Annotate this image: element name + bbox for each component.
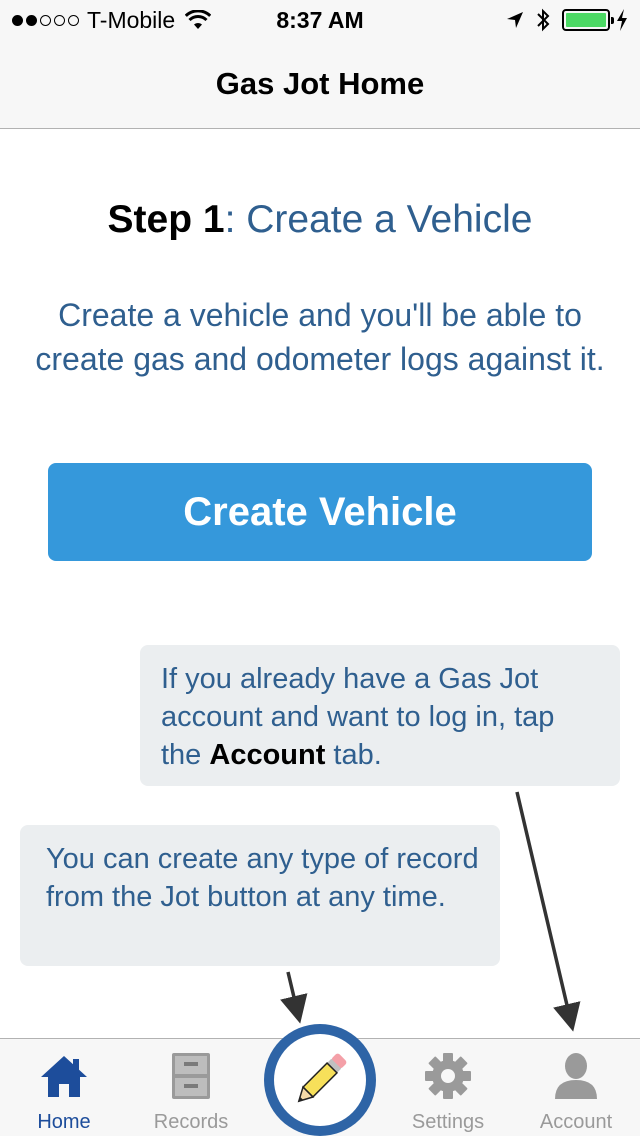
gear-icon xyxy=(425,1053,471,1099)
step-heading: Step 1: Create a Vehicle xyxy=(0,198,640,242)
jot-button[interactable] xyxy=(264,1024,376,1136)
tab-settings-label: Settings xyxy=(411,1111,485,1133)
pencil-icon xyxy=(297,1053,347,1103)
account-tip-end: tab. xyxy=(325,739,382,771)
step-separator: : xyxy=(224,198,247,241)
tab-home[interactable]: Home xyxy=(0,1039,128,1136)
status-right xyxy=(506,8,628,32)
location-arrow-icon xyxy=(507,12,523,28)
account-tip-arrow xyxy=(515,791,581,1032)
tab-records[interactable]: Records xyxy=(127,1039,255,1136)
home-icon xyxy=(41,1056,87,1097)
step-title: Create a Vehicle xyxy=(246,198,533,241)
account-tip: If you already have a Gas Jot account an… xyxy=(140,645,620,786)
jot-tip-arrow xyxy=(280,971,308,1024)
tab-account-label: Account xyxy=(539,1111,613,1133)
file-cabinet-icon xyxy=(172,1053,210,1099)
tab-home-label: Home xyxy=(37,1111,91,1133)
battery-icon xyxy=(562,9,614,31)
charging-bolt-icon xyxy=(617,9,627,31)
tab-records-label: Records xyxy=(153,1111,229,1133)
jot-button-inner xyxy=(274,1034,366,1126)
create-vehicle-button[interactable]: Create Vehicle xyxy=(48,463,592,561)
tip-arrows xyxy=(280,791,581,1032)
status-bar: T-Mobile 8:37 AM xyxy=(0,0,640,40)
intro-text: Create a vehicle and you'll be able to c… xyxy=(35,297,605,377)
account-tip-bold: Account xyxy=(209,739,326,771)
user-icon xyxy=(555,1053,597,1099)
tab-account[interactable]: Account xyxy=(512,1039,640,1136)
bluetooth-icon xyxy=(537,8,550,32)
step-number: Step 1 xyxy=(107,198,225,241)
tab-settings[interactable]: Settings xyxy=(384,1039,512,1136)
nav-bar: Gas Jot Home xyxy=(0,40,640,129)
page-title: Gas Jot Home xyxy=(215,66,425,101)
